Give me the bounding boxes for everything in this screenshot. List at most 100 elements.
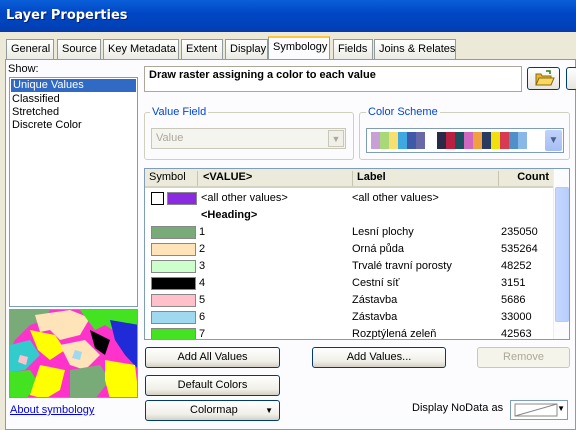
color-scheme-select[interactable]: ▼ bbox=[366, 128, 564, 153]
value-field-select[interactable]: Value ▼ bbox=[151, 128, 346, 149]
show-label: Show: bbox=[8, 63, 39, 75]
row-label: Orná půda bbox=[352, 243, 404, 255]
symbol-swatch[interactable] bbox=[151, 311, 196, 324]
row-count: 48252 bbox=[501, 260, 532, 272]
row-label: Rozptýlená zeleň bbox=[352, 328, 437, 340]
title-bar: Layer Properties bbox=[0, 0, 576, 32]
table-row-all-other[interactable]: <all other values> <all other values> bbox=[145, 190, 553, 207]
row-count: 235050 bbox=[501, 226, 538, 238]
more-button[interactable] bbox=[566, 67, 576, 90]
tab-symbology[interactable]: Symbology bbox=[268, 36, 330, 59]
dropdown-arrow-icon: ▼ bbox=[265, 406, 273, 415]
add-values-button[interactable]: Add Values... bbox=[312, 347, 446, 368]
table-row[interactable]: 1 Lesní plochy 235050 bbox=[145, 224, 553, 241]
table-row[interactable]: 5 Zástavba 5686 bbox=[145, 292, 553, 309]
colormap-label: Colormap bbox=[190, 404, 238, 416]
tab-extent[interactable]: Extent bbox=[181, 39, 223, 59]
color-scheme-swatch bbox=[509, 132, 518, 149]
row-value: 7 bbox=[199, 328, 206, 340]
tab-display[interactable]: Display bbox=[225, 39, 268, 59]
color-scheme-swatch bbox=[437, 132, 446, 149]
open-folder-button[interactable] bbox=[527, 67, 560, 90]
table-row-heading[interactable]: <Heading> bbox=[145, 207, 553, 224]
tab-joins-relates[interactable]: Joins & Relates bbox=[374, 39, 456, 59]
row-value: 1 bbox=[199, 226, 206, 238]
tab-key-metadata[interactable]: Key Metadata bbox=[103, 39, 179, 59]
row-count: 5686 bbox=[501, 294, 526, 306]
color-scheme-swatch bbox=[380, 132, 389, 149]
all-other-label: <all other values> bbox=[352, 192, 439, 204]
header-value[interactable]: <VALUE> bbox=[199, 171, 353, 186]
folder-icon bbox=[535, 70, 555, 86]
scrollbar-thumb[interactable] bbox=[555, 187, 569, 322]
all-other-swatch[interactable] bbox=[167, 192, 197, 205]
table-row[interactable]: 2 Orná půda 535264 bbox=[145, 241, 553, 258]
color-scheme-swatch bbox=[398, 132, 407, 149]
color-scheme-swatch bbox=[455, 132, 464, 149]
table-row[interactable]: 4 Cestní síť 3151 bbox=[145, 275, 553, 292]
row-label: Zástavba bbox=[352, 294, 398, 306]
row-count: 42563 bbox=[501, 328, 532, 340]
color-scheme-swatch bbox=[500, 132, 509, 149]
row-value: 3 bbox=[199, 260, 206, 272]
color-scheme-swatch bbox=[473, 132, 482, 149]
preview-map-graphic bbox=[10, 310, 137, 397]
unique-values-table[interactable]: Symbol <VALUE> Label Count <all other va… bbox=[144, 168, 570, 340]
row-value: 6 bbox=[199, 311, 206, 323]
all-other-value: <all other values> bbox=[201, 192, 288, 204]
symbol-swatch[interactable] bbox=[151, 226, 196, 239]
nodata-color-picker[interactable]: ▼ bbox=[510, 400, 568, 420]
value-field-title: Value Field bbox=[150, 106, 209, 118]
header-count[interactable]: Count bbox=[499, 171, 555, 186]
renderer-description: Draw raster assigning a color to each va… bbox=[144, 66, 522, 92]
header-label[interactable]: Label bbox=[353, 171, 499, 186]
dropdown-arrow-icon: ▼ bbox=[557, 404, 565, 413]
row-label: Cestní síť bbox=[352, 277, 400, 289]
color-scheme-swatch bbox=[491, 132, 500, 149]
row-count: 3151 bbox=[501, 277, 526, 289]
row-label: Trvalé travní porosty bbox=[352, 260, 452, 272]
show-item-unique-values[interactable]: Unique Values bbox=[11, 79, 136, 92]
add-all-values-button[interactable]: Add All Values bbox=[145, 347, 280, 368]
show-list[interactable]: Unique Values Classified Stretched Discr… bbox=[9, 77, 138, 307]
chevron-down-icon: ▼ bbox=[545, 130, 562, 151]
default-colors-button[interactable]: Default Colors bbox=[145, 375, 280, 396]
colormap-button[interactable]: Colormap ▼ bbox=[145, 400, 280, 421]
remove-button[interactable]: Remove bbox=[477, 347, 570, 368]
header-symbol[interactable]: Symbol bbox=[145, 171, 198, 186]
symbology-preview-image bbox=[9, 309, 138, 398]
symbol-swatch[interactable] bbox=[151, 328, 196, 339]
row-label: Zástavba bbox=[352, 311, 398, 323]
symbol-swatch[interactable] bbox=[151, 243, 196, 256]
symbol-swatch[interactable] bbox=[151, 294, 196, 307]
tab-fields[interactable]: Fields bbox=[333, 39, 373, 59]
tab-source[interactable]: Source bbox=[57, 39, 101, 59]
symbol-swatch[interactable] bbox=[151, 260, 196, 273]
row-label: Lesní plochy bbox=[352, 226, 414, 238]
color-scheme-swatch bbox=[446, 132, 455, 149]
color-scheme-swatch bbox=[482, 132, 491, 149]
color-scheme-swatch bbox=[416, 132, 425, 149]
color-scheme-swatch bbox=[407, 132, 416, 149]
show-item-stretched[interactable]: Stretched bbox=[10, 106, 137, 119]
row-value: 5 bbox=[199, 294, 206, 306]
value-field-selected: Value bbox=[156, 132, 184, 144]
nodata-label: Display NoData as bbox=[412, 402, 504, 414]
color-scheme-swatch bbox=[389, 132, 398, 149]
table-row[interactable]: 3 Trvalé travní porosty 48252 bbox=[145, 258, 553, 275]
show-item-classified[interactable]: Classified bbox=[10, 93, 137, 106]
table-row[interactable]: 6 Zástavba 33000 bbox=[145, 309, 553, 326]
symbol-swatch[interactable] bbox=[151, 277, 196, 290]
show-item-discrete-color[interactable]: Discrete Color bbox=[10, 119, 137, 132]
table-header: Symbol <VALUE> Label Count bbox=[145, 169, 555, 188]
color-scheme-title: Color Scheme bbox=[366, 106, 440, 118]
row-count: 33000 bbox=[501, 311, 532, 323]
table-row[interactable]: 7 Rozptýlená zeleň 42563 bbox=[145, 326, 553, 340]
heading-label: <Heading> bbox=[201, 209, 258, 221]
all-other-checkbox[interactable] bbox=[151, 192, 164, 205]
table-scrollbar[interactable] bbox=[553, 169, 569, 339]
nodata-swatch-icon bbox=[514, 403, 558, 417]
about-symbology-link[interactable]: About symbology bbox=[10, 404, 94, 416]
color-scheme-swatch bbox=[518, 132, 527, 149]
tab-general[interactable]: General bbox=[6, 39, 54, 59]
